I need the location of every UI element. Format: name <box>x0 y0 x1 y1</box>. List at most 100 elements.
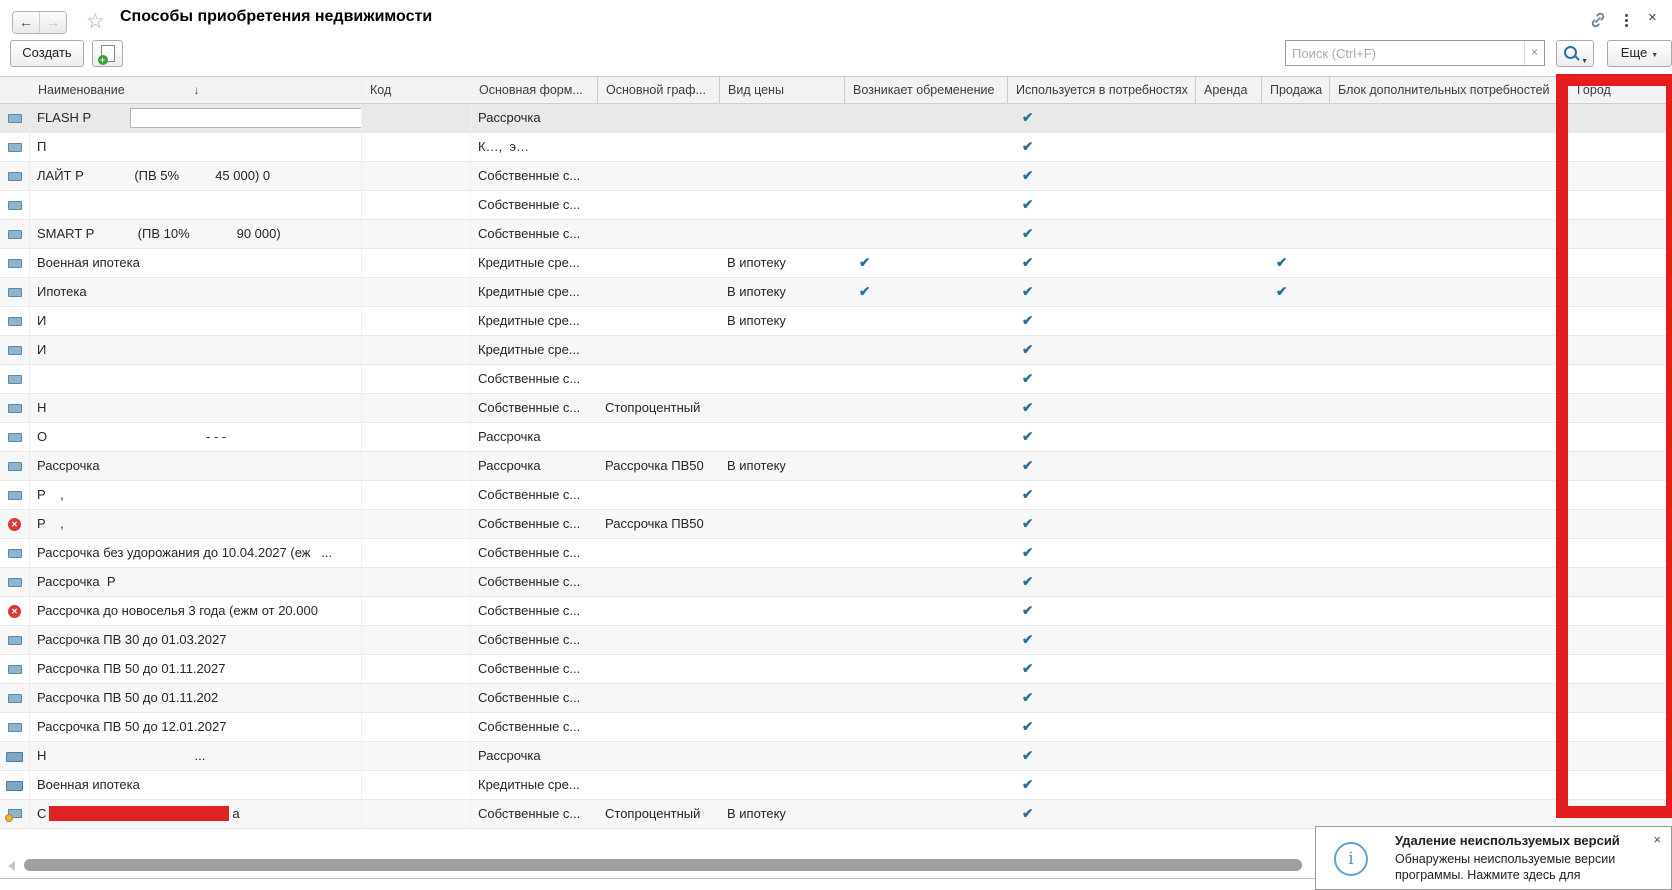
table-row[interactable]: Рассрочка ПВ 50 до 12.01.2027Собственные… <box>0 713 1672 742</box>
catalog-item-icon <box>8 723 22 732</box>
checkmark-icon: ✔ <box>1008 539 1196 567</box>
redaction-box <box>49 806 229 821</box>
catalog-item-icon <box>8 172 22 181</box>
name-cell: Военная ипотека <box>30 771 362 799</box>
catalog-item-icon <box>8 317 22 326</box>
search-input[interactable] <box>1286 41 1524 65</box>
table-row[interactable]: Собственные с...✔ <box>0 365 1672 394</box>
name-cell <box>30 191 362 219</box>
table-row[interactable]: Рассрочка без удорожания до 10.04.2027 (… <box>0 539 1672 568</box>
checkmark-icon: ✔ <box>1008 133 1196 161</box>
new-document-button[interactable] <box>92 40 123 67</box>
table-row[interactable]: ✕Рассрочка до новоселья 3 года (ежм от 2… <box>0 597 1672 626</box>
search-clear-button[interactable]: × <box>1524 41 1544 65</box>
catalog-item-icon <box>8 201 22 210</box>
table-row[interactable]: СаСобственные с...СтопроцентныйВ ипотеку… <box>0 800 1672 829</box>
chevron-down-icon: ▼ <box>1581 50 1588 74</box>
catalog-item-icon <box>8 491 22 500</box>
checkmark-icon: ✔ <box>1008 800 1196 828</box>
col-header-vid[interactable]: Вид цены <box>720 77 845 103</box>
more-menu-icon[interactable] <box>1624 12 1628 29</box>
table-header: Наименование↓КодОсновная форм...Основной… <box>0 76 1672 104</box>
search-button[interactable]: ▼ <box>1556 40 1594 67</box>
name-cell: П <box>30 133 362 161</box>
forward-button[interactable]: → <box>39 12 66 33</box>
name-cell: И <box>30 307 362 335</box>
table-row[interactable]: ПК…, э…✔ <box>0 133 1672 162</box>
catalog-item-icon <box>8 375 22 384</box>
link-icon[interactable] <box>1589 11 1607 29</box>
name-cell <box>30 365 362 393</box>
checkmark-icon: ✔ <box>1008 191 1196 219</box>
table-row[interactable]: Р ,Собственные с...✔ <box>0 481 1672 510</box>
checkmark-icon: ✔ <box>1008 481 1196 509</box>
col-header-blok[interactable]: Блок дополнительных потребностей <box>1330 77 1557 103</box>
col-header-obrem[interactable]: Возникает обременение <box>845 77 1008 103</box>
more-button[interactable]: Еще▼ <box>1607 40 1672 67</box>
name-cell: Н ... <box>30 742 362 770</box>
table-row[interactable]: ЛАЙТ Р (ПВ 5% 45 000) 0Собственные с...✔ <box>0 162 1672 191</box>
checkmark-icon: ✔ <box>1008 307 1196 335</box>
table-row[interactable]: Рассрочка ПВ 30 до 01.03.2027Собственные… <box>0 626 1672 655</box>
favorite-star-icon[interactable]: ☆ <box>86 9 105 34</box>
table-row[interactable]: Военная ипотекаКредитные сре...В ипотеку… <box>0 249 1672 278</box>
group-item-icon <box>6 752 23 762</box>
create-button[interactable]: Создать <box>10 40 84 67</box>
checkmark-icon: ✔ <box>1008 336 1196 364</box>
table-row[interactable]: Н ...Рассрочка✔ <box>0 742 1672 771</box>
horizontal-scrollbar[interactable] <box>24 859 1302 871</box>
table-row[interactable]: ИКредитные сре...В ипотеку✔ <box>0 307 1672 336</box>
checkmark-icon: ✔ <box>1008 597 1196 625</box>
table-row[interactable]: ИКредитные сре...✔ <box>0 336 1672 365</box>
catalog-item-icon <box>8 288 22 297</box>
col-header-code[interactable]: Код <box>362 77 471 103</box>
col-header-grafik[interactable]: Основной граф... <box>598 77 720 103</box>
table-row[interactable]: Рассрочка ПВ 50 до 01.11.202Собственные … <box>0 684 1672 713</box>
table-row[interactable]: Рассрочка РСобственные с...✔ <box>0 568 1672 597</box>
table-row[interactable]: FLASH РРассрочка✔ <box>0 104 1672 133</box>
catalog-item-icon <box>8 230 22 239</box>
table-row[interactable]: SMART Р (ПВ 10% 90 000)Собственные с...✔ <box>0 220 1672 249</box>
predefined-item-icon <box>8 809 22 818</box>
new-document-icon <box>101 45 115 62</box>
catalog-item-icon <box>8 462 22 471</box>
name-cell: Военная ипотека <box>30 249 362 277</box>
checkmark-icon: ✔ <box>1008 452 1196 480</box>
checkmark-icon: ✔ <box>1262 278 1330 306</box>
table-row[interactable]: РассрочкаРассрочкаРассрочка ПВ50В ипотек… <box>0 452 1672 481</box>
col-header-gutter[interactable] <box>0 77 30 103</box>
name-cell: Р , <box>30 481 362 509</box>
table-row[interactable]: ИпотекаКредитные сре...В ипотеку✔✔✔ <box>0 278 1672 307</box>
col-header-arenda[interactable]: Аренда <box>1196 77 1262 103</box>
notification-popup[interactable]: i Удаление неиспользуемых версий Обнаруж… <box>1315 826 1672 890</box>
scroll-left-arrow[interactable] <box>8 861 15 871</box>
name-cell: SMART Р (ПВ 10% 90 000) <box>30 220 362 248</box>
name-cell: О - - - <box>30 423 362 451</box>
col-header-forma[interactable]: Основная форм... <box>471 77 598 103</box>
search-icon <box>1564 46 1577 59</box>
name-cell: Рассрочка Р <box>30 568 362 596</box>
checkmark-icon: ✔ <box>1008 423 1196 451</box>
col-header-used[interactable]: Используется в потребностях <box>1008 77 1196 103</box>
name-cell: Рассрочка <box>30 452 362 480</box>
name-cell: И <box>30 336 362 364</box>
table-row[interactable]: НСобственные с...Стопроцентный✔ <box>0 394 1672 423</box>
window-close-icon[interactable]: × <box>1648 9 1657 26</box>
notification-close-icon[interactable]: × <box>1653 832 1661 847</box>
notification-message[interactable]: Обнаружены неиспользуемые версиипрограмм… <box>1395 852 1615 883</box>
checkmark-icon: ✔ <box>1008 162 1196 190</box>
name-cell: ЛАЙТ Р (ПВ 5% 45 000) 0 <box>30 162 362 190</box>
name-cell: Р , <box>30 510 362 538</box>
back-button[interactable]: ← <box>13 12 39 33</box>
checkmark-icon: ✔ <box>1008 655 1196 683</box>
table-row[interactable]: О - - -Рассрочка✔ <box>0 423 1672 452</box>
table-row[interactable]: ✕Р ,Собственные с...Рассрочка ПВ50✔ <box>0 510 1672 539</box>
annotation-rectangle <box>1556 74 1672 818</box>
col-header-prod[interactable]: Продажа <box>1262 77 1330 103</box>
name-cell: Рассрочка до новоселья 3 года (ежм от 20… <box>30 597 362 625</box>
table-row[interactable]: Рассрочка ПВ 50 до 01.11.2027Собственные… <box>0 655 1672 684</box>
checkmark-icon: ✔ <box>845 278 1008 306</box>
table-row[interactable]: Собственные с...✔ <box>0 191 1672 220</box>
table-row[interactable]: Военная ипотекаКредитные сре...✔ <box>0 771 1672 800</box>
col-header-name[interactable]: Наименование↓ <box>30 77 362 103</box>
